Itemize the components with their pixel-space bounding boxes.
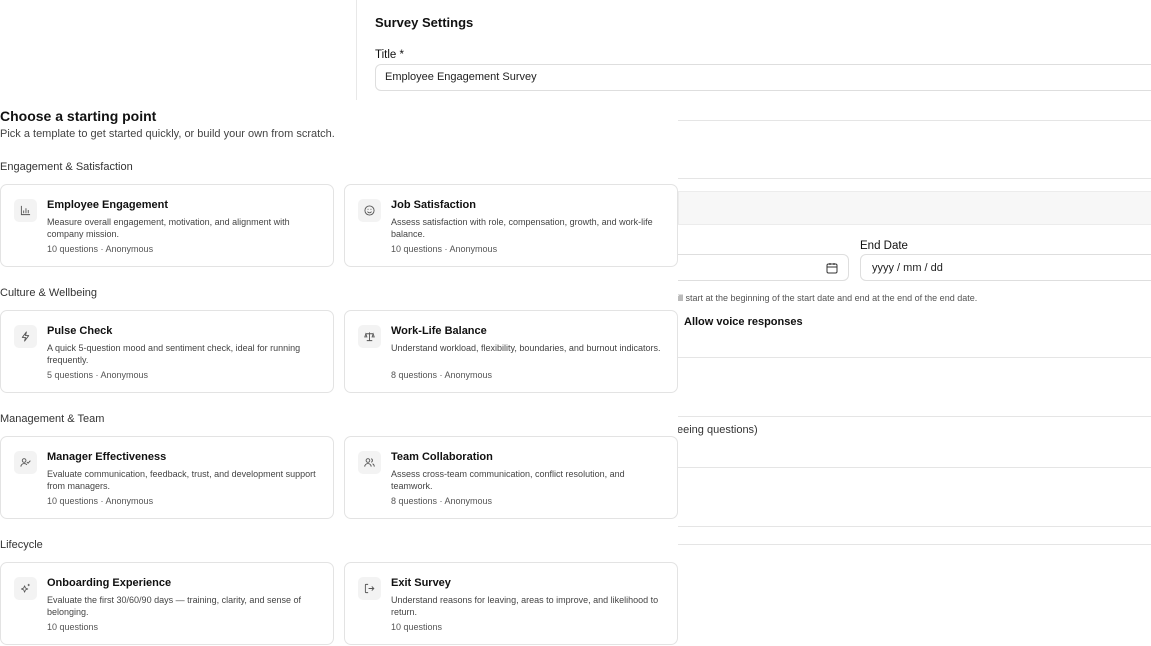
calendar-icon[interactable]	[826, 262, 838, 274]
card-description: Assess satisfaction with role, compensat…	[391, 217, 653, 239]
smile-icon	[358, 199, 381, 222]
log-out-icon	[358, 577, 381, 600]
card-meta: 10 questions	[391, 622, 443, 632]
card-title: Job Satisfaction	[391, 199, 476, 211]
wellbeing-option-text: eeing questions)	[677, 424, 758, 436]
card-description: Understand reasons for leaving, areas to…	[391, 595, 659, 617]
divider	[678, 416, 1151, 417]
card-meta: 10 questions · Anonymous	[391, 244, 498, 254]
card-meta: 8 questions · Anonymous	[391, 496, 493, 506]
divider	[678, 544, 1151, 545]
template-card-team-collaboration[interactable]: Team Collaboration Assess cross-team com…	[344, 436, 678, 519]
user-check-icon	[14, 451, 37, 474]
page: Survey Settings Title * Employee Engagem…	[0, 0, 1151, 646]
template-chooser: Choose a starting point Pick a template …	[0, 100, 678, 646]
card-title: Exit Survey	[391, 577, 451, 589]
template-card-onboarding-experience[interactable]: Onboarding Experience Evaluate the first…	[0, 562, 334, 645]
scale-icon	[358, 325, 381, 348]
card-title: Team Collaboration	[391, 451, 493, 463]
voice-responses-label[interactable]: Allow voice responses	[684, 316, 803, 328]
bar-chart-icon	[14, 199, 37, 222]
chooser-subtitle: Pick a template to get started quickly, …	[0, 128, 335, 140]
users-icon	[358, 451, 381, 474]
card-title: Employee Engagement	[47, 199, 169, 211]
card-meta: 8 questions · Anonymous	[391, 370, 493, 380]
end-date-input[interactable]: yyyy / mm / dd	[860, 254, 1151, 281]
template-card-work-life-balance[interactable]: Work-Life Balance Understand workload, f…	[344, 310, 678, 393]
section-title: Management & Team	[0, 413, 105, 425]
card-description: Evaluate communication, feedback, trust,…	[47, 469, 316, 491]
divider	[678, 178, 1151, 179]
section-title: Engagement & Satisfaction	[0, 161, 133, 173]
lightning-icon	[14, 325, 37, 348]
card-description: Evaluate the first 30/60/90 days — train…	[47, 595, 301, 617]
card-description: Understand workload, flexibility, bounda…	[391, 343, 661, 353]
divider	[678, 526, 1151, 527]
date-helper-text: ill start at the beginning of the start …	[677, 293, 978, 303]
card-description: Assess cross-team communication, conflic…	[391, 469, 625, 491]
section-title: Culture & Wellbeing	[0, 287, 98, 299]
start-date-input[interactable]	[678, 254, 849, 281]
title-input[interactable]: Employee Engagement Survey	[375, 64, 1151, 91]
card-meta: 5 questions · Anonymous	[47, 370, 149, 380]
template-card-exit-survey[interactable]: Exit Survey Understand reasons for leavi…	[344, 562, 678, 645]
end-date-label: End Date	[860, 240, 908, 252]
title-label: Title *	[375, 49, 404, 61]
card-meta: 10 questions · Anonymous	[47, 496, 154, 506]
card-meta: 10 questions	[47, 622, 99, 632]
sparkles-icon	[14, 577, 37, 600]
card-description: Measure overall engagement, motivation, …	[47, 217, 290, 239]
card-meta: 10 questions · Anonymous	[47, 244, 154, 254]
divider	[678, 467, 1151, 468]
chooser-title: Choose a starting point	[0, 108, 157, 124]
card-title: Pulse Check	[47, 325, 113, 337]
card-title: Manager Effectiveness	[47, 451, 167, 463]
template-card-job-satisfaction[interactable]: Job Satisfaction Assess satisfaction wit…	[344, 184, 678, 267]
settings-heading: Survey Settings	[375, 15, 474, 30]
section-title: Lifecycle	[0, 539, 43, 551]
card-description: A quick 5-question mood and sentiment ch…	[47, 343, 301, 365]
card-title: Work-Life Balance	[391, 325, 487, 337]
template-card-employee-engagement[interactable]: Employee Engagement Measure overall enga…	[0, 184, 334, 267]
template-card-pulse-check[interactable]: Pulse Check A quick 5-question mood and …	[0, 310, 334, 393]
card-title: Onboarding Experience	[47, 577, 172, 589]
description-field[interactable]	[678, 191, 1151, 225]
divider	[678, 120, 1151, 121]
divider	[678, 357, 1151, 358]
template-card-manager-effectiveness[interactable]: Manager Effectiveness Evaluate communica…	[0, 436, 334, 519]
